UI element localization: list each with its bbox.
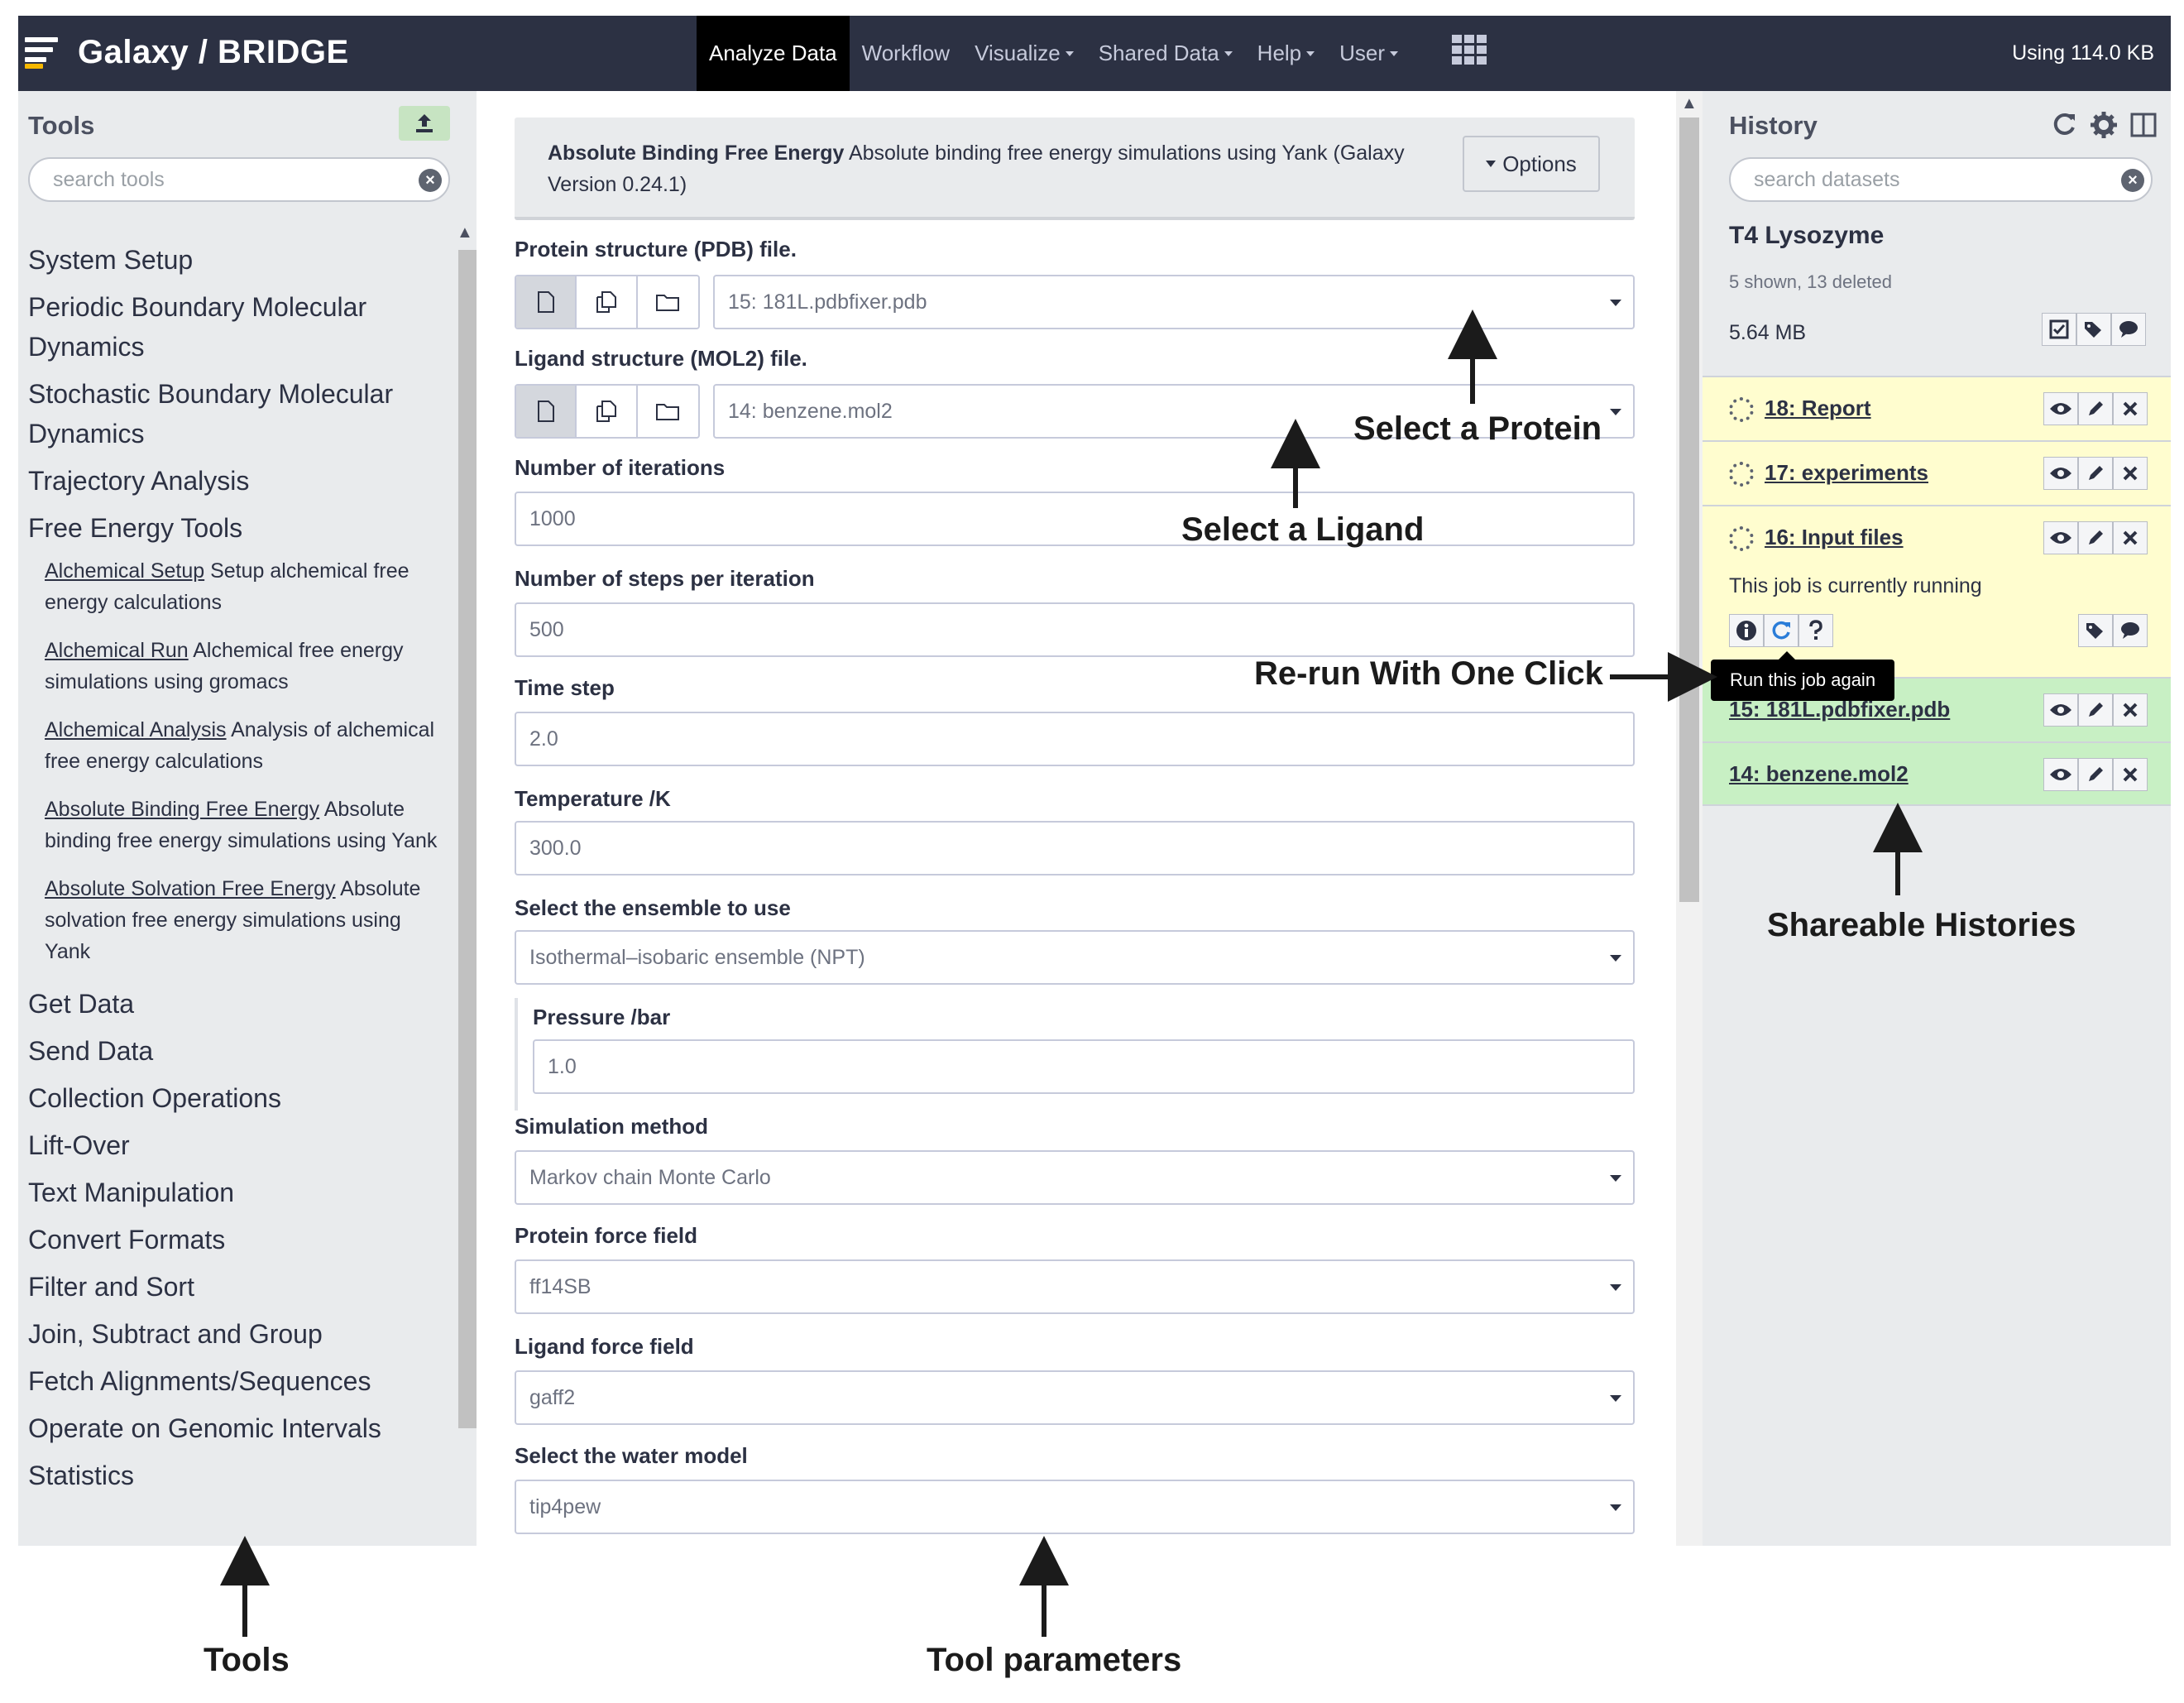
annotation-select-protein: Select a Protein — [1353, 410, 1602, 447]
annotation-arrows — [220, 309, 1923, 1637]
annotation-select-ligand: Select a Ligand — [1181, 511, 1425, 548]
annotation-tools: Tools — [204, 1642, 290, 1678]
annotation-rerun: Re-run With One Click — [1254, 655, 1603, 692]
annotation-tool-parameters: Tool parameters — [927, 1642, 1182, 1678]
annotation-shareable: Shareable Histories — [1767, 907, 2076, 943]
